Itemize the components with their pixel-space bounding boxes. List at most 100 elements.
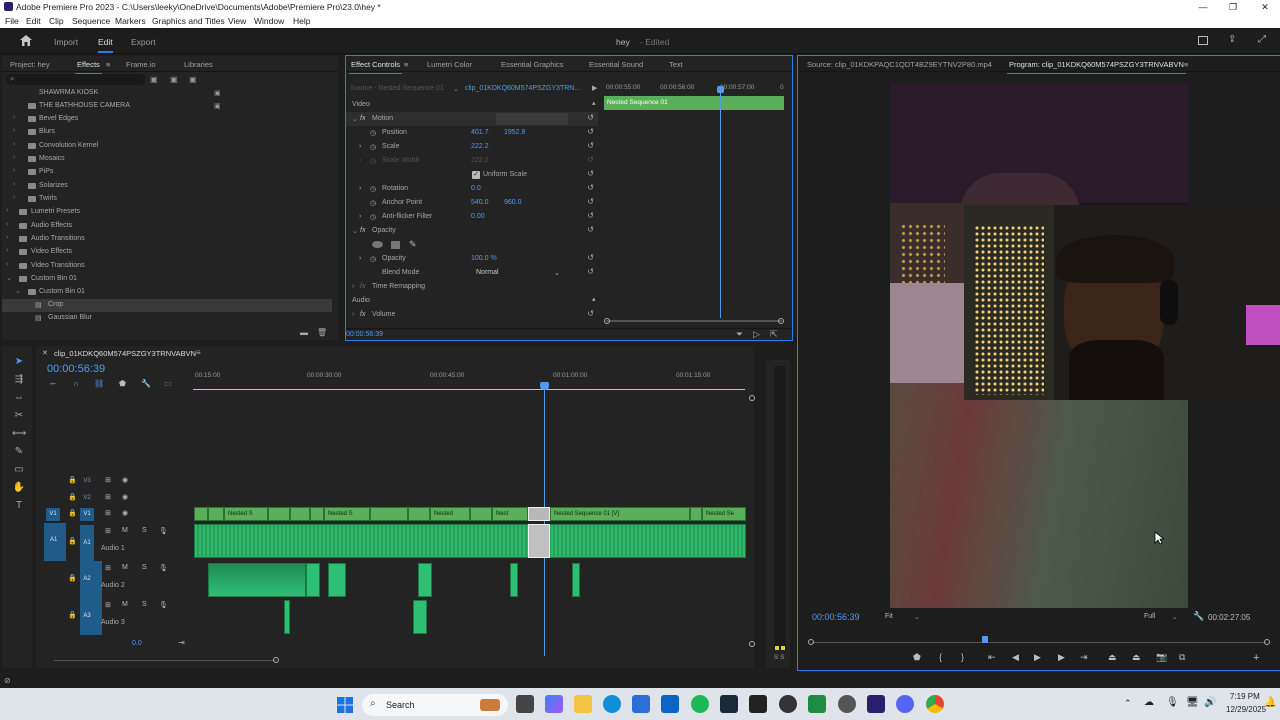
type-tool-icon[interactable]: T xyxy=(12,500,26,512)
blend-mode-select[interactable]: Normal xyxy=(474,267,564,279)
tab-lumetri-color[interactable]: Lumetri Color xyxy=(427,60,472,69)
video-clip-selected[interactable] xyxy=(528,507,550,521)
comparison-view-icon[interactable]: ⧉ xyxy=(1179,652,1185,663)
lift-icon[interactable]: ⏏ xyxy=(1108,652,1117,663)
video-clip[interactable] xyxy=(290,507,310,521)
go-to-out-icon[interactable]: ⇥ xyxy=(1080,652,1088,663)
v-zoom-handle-bottom[interactable] xyxy=(749,641,755,647)
video-clip[interactable]: Nested S xyxy=(324,507,370,521)
webcam-overlay[interactable] xyxy=(964,205,1280,400)
tree-item[interactable]: › Twirls xyxy=(2,193,332,206)
zoom-select[interactable]: Fit xyxy=(885,613,893,620)
video-clip[interactable] xyxy=(310,507,324,521)
ec-opacity-row[interactable]: › ◷ Opacity 100.0 % ↺ xyxy=(346,252,598,266)
mark-in-icon[interactable]: { xyxy=(939,652,942,662)
home-icon[interactable] xyxy=(20,35,32,46)
tree-item-selected[interactable]: ▤ Crop xyxy=(2,299,332,312)
discord-icon[interactable] xyxy=(896,695,914,713)
ec-zoom-handle-right[interactable] xyxy=(778,318,784,324)
mute-button[interactable]: M xyxy=(122,601,128,608)
notifications-icon[interactable]: 🔔 xyxy=(1264,697,1276,708)
mute-button[interactable]: M xyxy=(122,527,128,534)
video-clip[interactable] xyxy=(370,507,408,521)
video-clip[interactable] xyxy=(470,507,492,521)
step-back-icon[interactable]: ◀ xyxy=(1012,652,1019,663)
sequence-menu-icon[interactable]: ≡ xyxy=(196,348,201,357)
selection-tool-icon[interactable]: ➤ xyxy=(12,356,26,368)
onedrive-icon[interactable]: ☁ xyxy=(1144,697,1154,708)
captions-icon[interactable]: ▭ xyxy=(164,379,172,388)
pen-mask-icon[interactable]: ✎ xyxy=(409,239,417,250)
uniform-scale-checkbox[interactable]: ✓ xyxy=(472,171,480,179)
sheets-icon[interactable] xyxy=(808,695,826,713)
add-marker-timeline-icon[interactable]: ⬟ xyxy=(119,379,126,388)
program-scrubber[interactable] xyxy=(812,636,1266,646)
ec-playhead-handle[interactable] xyxy=(717,86,724,93)
sequence-tab[interactable]: clip_01KDKQ60M574PSZGY3TRNVABVN xyxy=(54,349,196,358)
tab-essential-sound[interactable]: Essential Sound xyxy=(589,60,643,69)
lock-icon[interactable]: 🔒 xyxy=(68,493,77,501)
clip-label[interactable]: clip_01KDKQ60M574PSZGY3TRN... xyxy=(465,85,580,92)
accelerated-effects-icon[interactable]: ▣ xyxy=(150,75,158,84)
clock-time[interactable]: 7:19 PM xyxy=(1230,692,1260,701)
play-icon[interactable]: ▶ xyxy=(1034,652,1041,663)
store-icon[interactable] xyxy=(632,695,650,713)
tab-program-monitor[interactable]: Program: clip_01KDKQ60M574PSZGY3TRNVABVN xyxy=(1007,60,1186,74)
windows-start-icon[interactable] xyxy=(337,697,353,713)
share-icon[interactable]: ⇪ xyxy=(1228,34,1236,45)
video-clip[interactable] xyxy=(268,507,290,521)
video-clip[interactable]: Nested xyxy=(430,507,470,521)
tree-item[interactable]: SHAWRMA KIOSK ▣ xyxy=(2,88,332,100)
export-frame-icon[interactable]: 📷 xyxy=(1156,652,1167,663)
tab-source-monitor[interactable]: Source: clip_01KDKPAQC1QDT4BZ9EYTNV2P80.… xyxy=(807,60,992,69)
horizontal-zoom-handle[interactable] xyxy=(273,657,279,663)
linked-selection-icon[interactable]: ⛓ xyxy=(94,379,104,388)
mic-tray-icon[interactable]: 🎙 xyxy=(1166,697,1179,708)
ec-anchor-row[interactable]: ◷ Anchor Point 540.0 960.0 ↺ xyxy=(346,196,598,210)
filter-icon[interactable]: ⏷ xyxy=(736,329,743,340)
audio-clip-a2[interactable] xyxy=(306,563,320,597)
sync-lock-icon[interactable]: ⊞ xyxy=(105,564,111,572)
steam-icon[interactable] xyxy=(720,695,738,713)
outlook-icon[interactable] xyxy=(661,695,679,713)
tree-item[interactable]: › Lumetri Presets xyxy=(2,206,332,219)
program-timecode[interactable]: 00:00:56:39 xyxy=(812,612,860,622)
settings-wrench-icon[interactable]: 🔧 xyxy=(1193,611,1204,622)
lock-icon[interactable]: 🔒 xyxy=(68,537,77,545)
track-target-a3[interactable]: A3 xyxy=(80,610,94,623)
program-menu-icon[interactable]: ≡ xyxy=(1184,60,1188,69)
mute-button[interactable]: M xyxy=(122,564,128,571)
play-only-audio-icon[interactable]: ▷ xyxy=(753,329,760,340)
nest-toggle-icon[interactable]: ⤝ xyxy=(50,379,56,389)
tree-item[interactable]: › Audio Effects xyxy=(2,220,332,233)
task-view-icon[interactable] xyxy=(516,695,534,713)
track-target-v3[interactable]: V3 xyxy=(80,475,94,488)
export-icon[interactable]: ⇱ xyxy=(770,329,778,340)
video-clip[interactable]: Nested Sequence 01 [V] xyxy=(550,507,690,521)
video-clip[interactable] xyxy=(408,507,430,521)
hand-tool-icon[interactable]: ✋ xyxy=(12,482,26,494)
tree-item[interactable]: ▤ Gaussian Blur xyxy=(2,312,332,325)
tab-effect-controls[interactable]: Effect Controls xyxy=(348,60,403,74)
ec-playhead[interactable] xyxy=(720,86,721,318)
resolution-select[interactable]: Full xyxy=(1144,613,1155,620)
extract-icon[interactable]: ⏏ xyxy=(1132,652,1141,663)
effect-controls-menu-icon[interactable]: ≡ xyxy=(404,60,408,69)
timeline-timecode[interactable]: 00:00:56:39 xyxy=(47,363,105,375)
chrome-icon[interactable] xyxy=(926,695,944,713)
dropdown-icon[interactable]: ⌄ xyxy=(453,85,459,93)
effects-search-input[interactable]: ⌕ xyxy=(6,74,146,85)
minimize-button[interactable]: — xyxy=(1188,0,1218,14)
tab-essential-graphics[interactable]: Essential Graphics xyxy=(501,60,564,69)
v-zoom-handle-top[interactable] xyxy=(749,395,755,401)
audio-clip-a2[interactable] xyxy=(418,563,432,597)
tree-item[interactable]: › Bevel Edges xyxy=(2,113,332,126)
tray-overflow-icon[interactable]: ⌃ xyxy=(1124,698,1132,709)
copilot-icon[interactable] xyxy=(545,695,563,713)
tree-item[interactable]: › Audio Transitions xyxy=(2,233,332,246)
timeline-settings-icon[interactable]: 🔧 xyxy=(141,379,151,388)
ec-volume-row[interactable]: › fx Volume ↺ xyxy=(346,308,598,322)
volume-icon[interactable]: 🔊 xyxy=(1204,697,1216,708)
program-playhead-handle[interactable] xyxy=(981,636,988,643)
master-volume[interactable]: 0.0 xyxy=(132,640,142,647)
